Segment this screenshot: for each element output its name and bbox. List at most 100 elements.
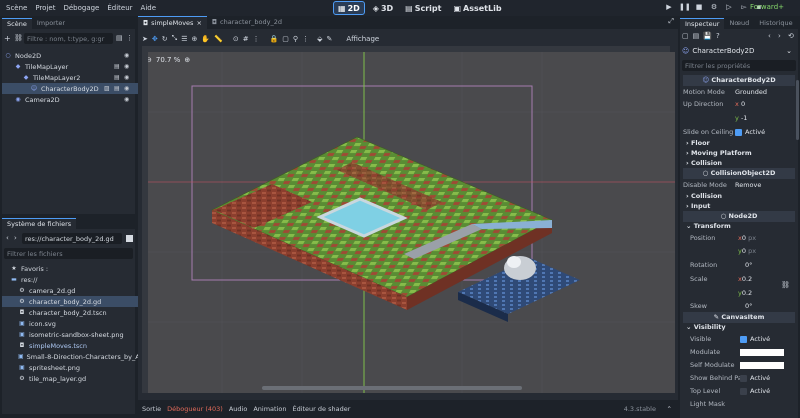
visibility-icon[interactable]: ◉ xyxy=(124,96,129,103)
visibility-icon[interactable]: ◉ xyxy=(124,63,129,70)
file-item[interactable]: ▣ icon.svg xyxy=(2,318,139,329)
select-tool-icon[interactable]: ➤ xyxy=(142,35,148,43)
pause-icon[interactable]: ❚❚ xyxy=(679,2,691,13)
group-floor[interactable]: › Floor xyxy=(686,139,710,147)
file-item[interactable]: ⚙ character_body_2d.gd xyxy=(2,296,139,307)
scale-y[interactable]: 0.2 xyxy=(742,289,752,297)
view-menu[interactable]: Affichage xyxy=(346,35,379,43)
lock-icon[interactable]: 🔒 xyxy=(270,35,279,43)
file-item[interactable]: ◘ character_body_2d.tscn xyxy=(2,307,139,318)
stop-icon[interactable]: ■ xyxy=(694,2,704,13)
tab-character-body[interactable]: ◘ character_body_2d xyxy=(207,16,287,29)
back-icon[interactable]: ‹ xyxy=(6,234,9,242)
scene-tool-icon[interactable]: ✎ xyxy=(326,35,332,43)
group-input[interactable]: › Input xyxy=(686,202,710,210)
tab-audio[interactable]: Audio xyxy=(229,405,247,413)
skeleton-icon[interactable]: ⚲ xyxy=(293,35,298,43)
close-icon[interactable]: × xyxy=(196,19,201,27)
menu-debug[interactable]: Débogage xyxy=(59,4,103,12)
tab-output[interactable]: Sortie xyxy=(142,405,161,413)
script-icon[interactable]: ▤ xyxy=(114,63,120,70)
load-icon[interactable]: ▤ xyxy=(693,32,700,40)
favorites-item[interactable]: ★ Favoris : xyxy=(2,263,139,274)
tab-filesystem[interactable]: Système de fichiers xyxy=(2,218,77,229)
scene-filter-input[interactable]: Filtre : nom, t:type, g:gr xyxy=(24,33,113,44)
file-filter-input[interactable]: Filtrer les fichiers xyxy=(4,248,133,259)
workspace-2d-button[interactable]: ▦ 2D xyxy=(333,1,365,15)
forward-icon[interactable]: › xyxy=(14,234,17,242)
group-transform[interactable]: ⌄ Transform xyxy=(686,222,731,230)
up-direction-y[interactable]: -1 xyxy=(741,114,747,122)
play-icon[interactable]: ▶ xyxy=(664,2,674,13)
tilemap-tool-icon[interactable]: ⬙ xyxy=(317,35,322,43)
group-collision[interactable]: › Collision xyxy=(686,192,722,200)
more-icon[interactable]: ⋮ xyxy=(253,35,260,43)
workspace-3d-button[interactable]: ◈ 3D xyxy=(369,1,397,15)
tab-animation[interactable]: Animation xyxy=(253,405,286,413)
script-icon[interactable]: ▤ xyxy=(114,85,120,92)
file-item[interactable]: ◘ simpleMoves.tscn xyxy=(2,340,139,351)
h-scrollbar[interactable] xyxy=(262,386,522,390)
menu-scene[interactable]: Scène xyxy=(2,4,31,12)
distraction-free-icon[interactable]: ⤢ xyxy=(668,17,674,26)
more-icon[interactable]: ⋮ xyxy=(126,34,133,42)
show-behind-checkbox[interactable] xyxy=(740,374,747,382)
up-direction-x[interactable]: 0 xyxy=(741,100,745,108)
inspector-scrollbar[interactable] xyxy=(796,80,799,140)
save-icon[interactable]: 💾 xyxy=(703,32,712,40)
tab-history[interactable]: Historique xyxy=(754,18,797,29)
list-select-icon[interactable]: ☰ xyxy=(181,35,187,43)
motion-mode-select[interactable]: Grounded xyxy=(735,88,767,96)
menu-help[interactable]: Aide xyxy=(137,4,160,12)
renderer-selector[interactable]: Forward+ xyxy=(750,3,784,11)
inspected-node[interactable]: ☺ CharacterBody2D ⌄ xyxy=(682,45,796,57)
workspace-assetlib-button[interactable]: ▣ AssetLib xyxy=(449,1,505,15)
group-collision[interactable]: › Collision xyxy=(686,159,722,167)
res-root-item[interactable]: ▬ res:// xyxy=(2,274,139,285)
remote-debug-icon[interactable]: ⚙ xyxy=(709,2,719,13)
play-custom-icon[interactable]: ▻ xyxy=(739,2,749,13)
group-moving-platform[interactable]: › Moving Platform xyxy=(686,149,752,157)
history-forward-icon[interactable]: › xyxy=(778,32,781,40)
menu-project[interactable]: Projet xyxy=(31,4,59,12)
history-icon[interactable]: ⟲ xyxy=(788,32,794,40)
workspace-script-button[interactable]: ▤ Script xyxy=(401,1,445,15)
path-field[interactable]: res://character_body_2d.gd xyxy=(22,233,122,244)
pivot-icon[interactable]: ⊕ xyxy=(192,35,198,43)
self-modulate-color-swatch[interactable] xyxy=(740,361,784,369)
play-scene-icon[interactable]: ▷ xyxy=(724,2,734,13)
position-x[interactable]: 0 xyxy=(742,234,746,242)
layout-toggle-icon[interactable] xyxy=(126,235,133,242)
position-y[interactable]: 0 xyxy=(742,247,746,255)
file-item[interactable]: ▣ isometric-sandbox-sheet.png xyxy=(2,329,139,340)
tab-scene[interactable]: Scène xyxy=(2,18,32,29)
script-icon[interactable]: ▤ xyxy=(116,34,123,42)
smart-snap-icon[interactable]: ⊙ xyxy=(233,35,239,43)
visibility-icon[interactable]: ◉ xyxy=(124,85,129,92)
visibility-icon[interactable]: ◉ xyxy=(124,74,129,81)
tree-node-camera2d[interactable]: ◉ Camera2D xyxy=(2,94,139,105)
file-item[interactable]: ▣ Small-8-Direction-Characters_by_Ax... xyxy=(2,351,139,362)
group-visibility[interactable]: ⌄ Visibility xyxy=(686,323,726,331)
file-item[interactable]: ⚙ tile_map_layer.gd xyxy=(2,373,139,384)
zoom-level[interactable]: 70.7 % xyxy=(156,56,180,64)
group-icon[interactable]: ▢ xyxy=(282,35,289,43)
help-icon[interactable]: ? xyxy=(716,32,720,40)
slide-ceiling-checkbox[interactable] xyxy=(735,128,742,136)
scale-x[interactable]: 0.2 xyxy=(742,275,752,283)
move-tool-icon[interactable]: ✥ xyxy=(152,35,158,43)
tab-import[interactable]: Importer xyxy=(32,18,70,29)
tab-inspector[interactable]: Inspecteur xyxy=(680,18,725,29)
panel-toggle-icon[interactable]: ⌃ xyxy=(667,405,672,413)
zoom-in-icon[interactable]: ⊕ xyxy=(184,56,190,64)
tab-node[interactable]: Nœud xyxy=(724,18,754,29)
script-icon[interactable]: ▤ xyxy=(114,74,120,81)
file-item[interactable]: ▣ spritesheet.png xyxy=(2,362,139,373)
ruler-icon[interactable]: 📏 xyxy=(214,35,223,43)
tab-debugger[interactable]: Débogueur (403) xyxy=(167,405,223,413)
scale-tool-icon[interactable]: ⤡ xyxy=(172,34,178,43)
grid-snap-icon[interactable]: # xyxy=(243,35,249,43)
top-level-checkbox[interactable] xyxy=(740,387,747,395)
chevron-down-icon[interactable]: ⌄ xyxy=(786,47,792,55)
history-back-icon[interactable]: ‹ xyxy=(768,32,771,40)
